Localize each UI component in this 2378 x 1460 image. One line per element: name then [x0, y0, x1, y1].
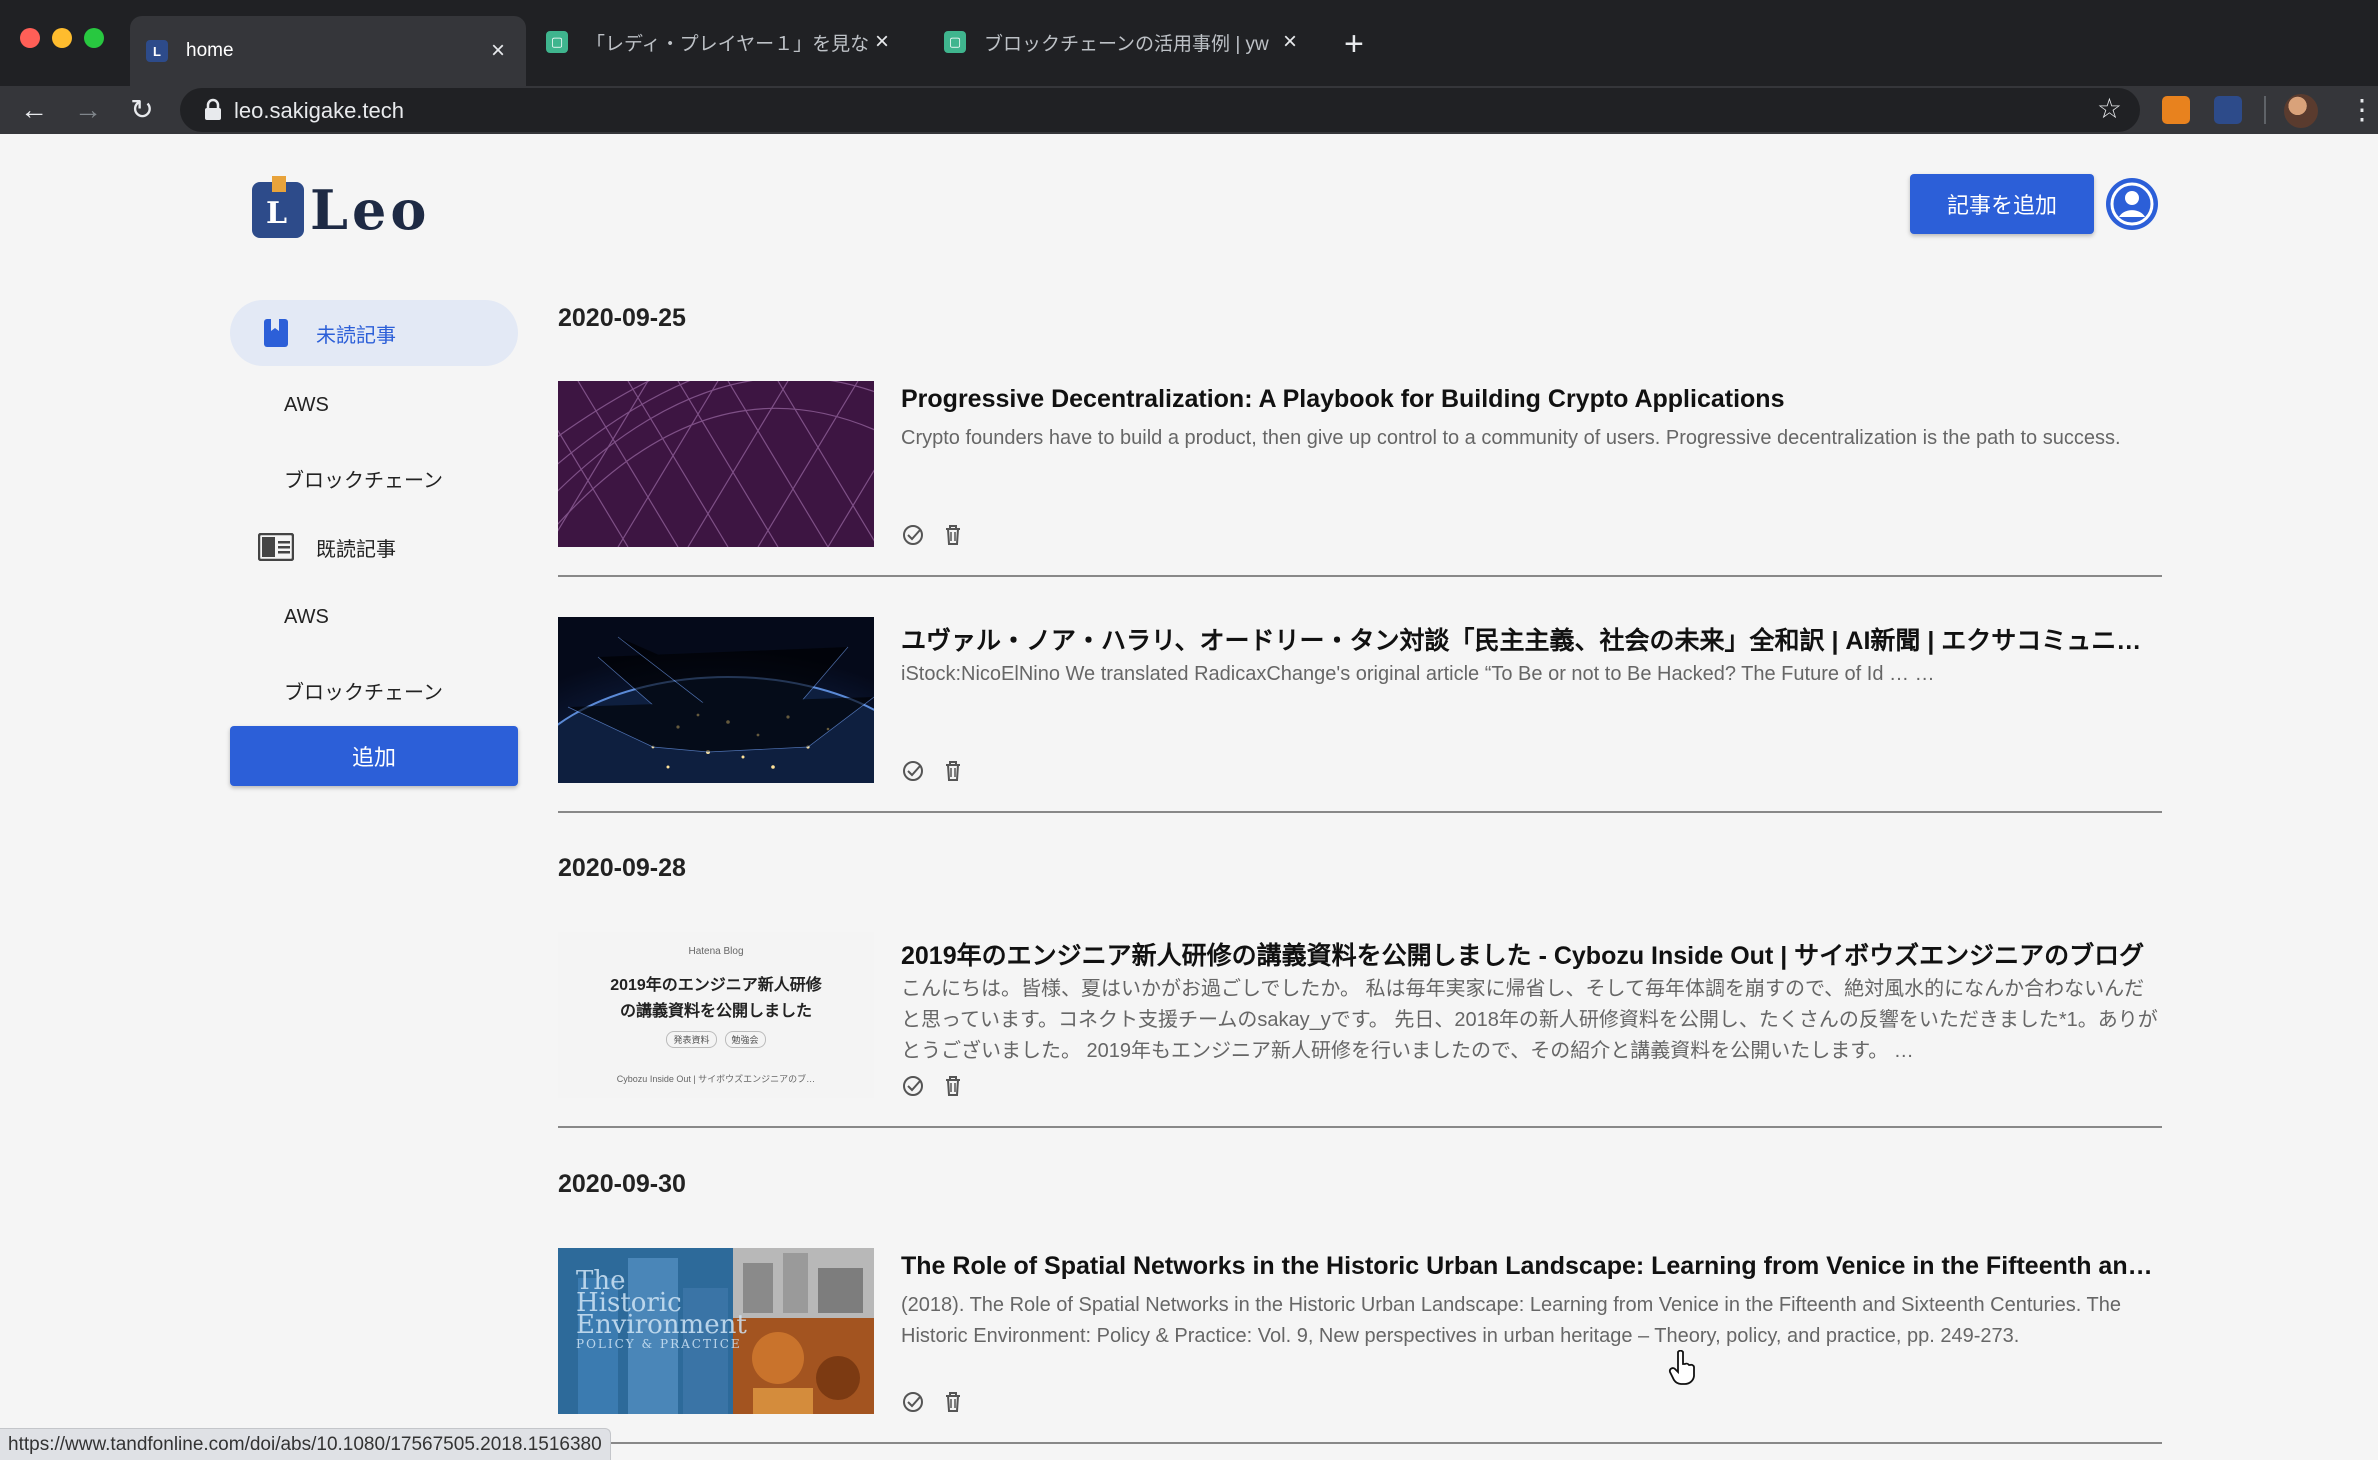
sidebar-item-read-blockchain[interactable]: ブロックチェーン	[284, 676, 443, 705]
article-title-link[interactable]: 2019年のエンジニア新人研修の講義資料を公開しました - Cybozu Ins…	[901, 936, 2161, 972]
new-tab-icon[interactable]: +	[1344, 24, 1364, 64]
article-divider	[558, 575, 2162, 577]
sidebar-item-read-aws[interactable]: AWS	[284, 606, 329, 629]
browser-chrome: L home × ▢ 「レディ・プレイヤー１」を見なかった × ▢ ブロックチェ…	[0, 0, 2378, 134]
thumb-heading: 2019年のエンジニア新人研修	[610, 977, 822, 994]
user-account-icon[interactable]	[2106, 178, 2158, 230]
page-favicon-icon: ▢	[546, 31, 568, 53]
hand-pointer-cursor-icon	[1668, 1350, 1695, 1385]
add-category-button[interactable]: 追加	[230, 726, 518, 786]
article-card: ユヴァル・ノア・ハラリ、オードリー・タン対談「民主主義、社会の未来」全和訳 | …	[558, 617, 2162, 817]
browser-toolbar: ← → ↻ leo.sakigake.tech ☆ ⋮	[0, 86, 2378, 134]
page-content: L Leo 記事を追加 未読記事 AWS ブロックチェーン 既読記事 AWS ブ…	[0, 134, 2378, 1460]
mark-read-check-icon[interactable]	[901, 523, 925, 547]
address-bar[interactable]: leo.sakigake.tech ☆	[180, 88, 2140, 132]
trash-icon[interactable]	[941, 1074, 965, 1098]
page-favicon-icon: ▢	[944, 31, 966, 53]
bookmark-icon	[264, 319, 288, 347]
minimize-window-button[interactable]	[52, 28, 72, 48]
article-divider	[558, 1442, 2162, 1444]
tab-ready-player-one[interactable]: ▢ 「レディ・プレイヤー１」を見なかった ×	[530, 16, 910, 68]
article-actions	[901, 1074, 981, 1098]
bookmark-star-icon[interactable]: ☆	[2097, 92, 2122, 125]
mark-read-check-icon[interactable]	[901, 1074, 925, 1098]
lock-icon	[205, 98, 221, 120]
article-card: The Historic Environment POLICY & PRACTI…	[558, 1248, 2162, 1448]
article-title-link[interactable]: ユヴァル・ノア・ハラリ、オードリー・タン対談「民主主義、社会の未来」全和訳 | …	[901, 621, 2161, 657]
article-title-link[interactable]: Progressive Decentralization: A Playbook…	[901, 385, 2161, 414]
tab-home[interactable]: L home ×	[130, 16, 526, 86]
article-description: (2018). The Role of Spatial Networks in …	[901, 1294, 2121, 1347]
trash-icon[interactable]	[941, 1390, 965, 1414]
trash-icon[interactable]	[941, 759, 965, 783]
url-text: leo.sakigake.tech	[234, 98, 404, 123]
profile-avatar[interactable]	[2284, 94, 2318, 128]
toolbar-divider	[2264, 96, 2266, 124]
forward-arrow-icon[interactable]: →	[68, 90, 108, 130]
add-article-button[interactable]: 記事を追加	[1910, 174, 2094, 234]
thumb-blog-label: Hatena Blog	[688, 946, 744, 957]
date-heading: 2020-09-25	[558, 304, 686, 332]
article-card: Progressive Decentralization: A Playbook…	[558, 381, 2162, 581]
thumb-tag: 勉強会	[724, 1031, 766, 1048]
back-arrow-icon[interactable]: ←	[14, 90, 54, 130]
sidebar-item-label: 既読記事	[316, 538, 396, 561]
article-card: Hatena Blog 2019年のエンジニア新人研修 の講義資料を公開しました…	[558, 932, 2162, 1132]
close-window-button[interactable]	[20, 28, 40, 48]
leo-extension-icon[interactable]	[2214, 96, 2242, 124]
reload-icon[interactable]: ↻	[122, 90, 162, 130]
tab-title: home	[186, 40, 234, 61]
logo-mark-icon: L	[252, 176, 304, 238]
mark-read-check-icon[interactable]	[901, 759, 925, 783]
thumb-tag: 発表資料	[666, 1031, 717, 1048]
article-actions	[901, 1390, 981, 1414]
date-heading: 2020-09-28	[558, 854, 686, 882]
article-thumbnail[interactable]: Hatena Blog 2019年のエンジニア新人研修 の講義資料を公開しました…	[558, 932, 874, 1098]
article-description: こんにちは。皆様、夏はいかがお過ごしでしたか。 私は毎年実家に帰省し、そして毎年…	[901, 978, 2158, 1062]
tab-strip: L home × ▢ 「レディ・プレイヤー１」を見なかった × ▢ ブロックチェ…	[0, 0, 2378, 86]
thumb-journal-title: The Historic Environment POLICY & PRACTI…	[576, 1266, 747, 1351]
more-menu-icon[interactable]: ⋮	[2348, 92, 2376, 128]
link-status-bar: https://www.tandfonline.com/doi/abs/10.1…	[0, 1428, 611, 1460]
article-description: iStock:NicoElNino We translated RadicaxC…	[901, 663, 1935, 685]
article-title-link[interactable]: The Role of Spatial Networks in the Hist…	[901, 1252, 2161, 1281]
metamask-extension-icon[interactable]	[2162, 96, 2190, 124]
article-divider	[558, 1126, 2162, 1128]
article-thumbnail[interactable]	[558, 617, 874, 783]
article-thumbnail[interactable]: The Historic Environment POLICY & PRACTI…	[558, 1248, 874, 1414]
maximize-window-button[interactable]	[84, 28, 104, 48]
sidebar-item-unread-blockchain[interactable]: ブロックチェーン	[284, 464, 443, 493]
article-description: Crypto founders have to build a product,…	[901, 427, 2121, 449]
article-divider	[558, 811, 2162, 813]
sidebar-item-unread[interactable]: 未読記事	[230, 300, 518, 366]
trash-icon[interactable]	[941, 523, 965, 547]
article-thumbnail[interactable]	[558, 381, 874, 547]
leo-favicon-icon: L	[146, 40, 168, 62]
article-actions	[901, 759, 981, 783]
article-actions	[901, 523, 981, 547]
sidebar-item-read[interactable]: 既読記事	[230, 514, 518, 580]
close-icon[interactable]: ×	[870, 28, 894, 56]
thumb-heading: の講義資料を公開しました	[619, 1003, 812, 1020]
tab-title: 「レディ・プレイヤー１」を見なかった	[586, 33, 870, 55]
tab-title: ブロックチェーンの活用事例 | yw	[984, 33, 1269, 55]
logo-text: Leo	[310, 178, 431, 242]
newspaper-icon	[258, 533, 294, 561]
sidebar-item-unread-aws[interactable]: AWS	[284, 394, 329, 417]
leo-logo[interactable]: L Leo	[252, 176, 431, 242]
date-heading: 2020-09-30	[558, 1170, 686, 1198]
close-icon[interactable]: ×	[486, 37, 510, 65]
mark-read-check-icon[interactable]	[901, 1390, 925, 1414]
thumb-footer: Cybozu Inside Out | サイボウズエンジニアのブ…	[616, 1074, 816, 1084]
sidebar-item-label: 未読記事	[316, 324, 396, 347]
tab-blockchain-cases[interactable]: ▢ ブロックチェーンの活用事例 | yw ×	[928, 16, 1318, 68]
close-icon[interactable]: ×	[1278, 28, 1302, 56]
